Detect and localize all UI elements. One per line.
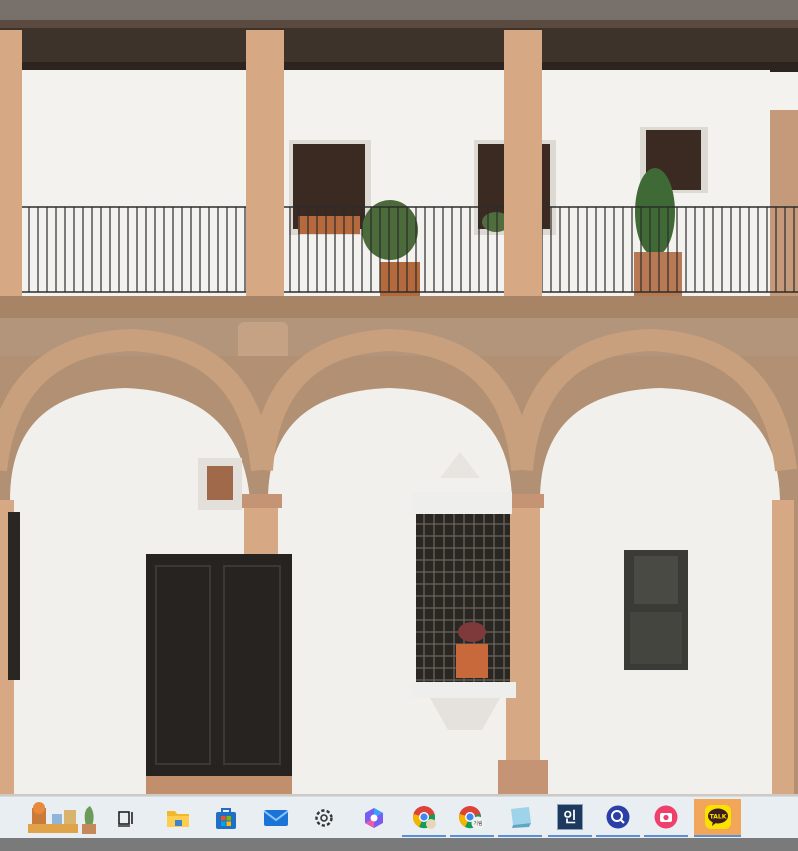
kakaotalk-label: TALK <box>709 814 726 821</box>
folder-icon <box>166 808 190 828</box>
taskbar: 기림 인 TALK <box>0 796 798 839</box>
gear-icon <box>313 807 335 829</box>
hangul-app-icon: 인 <box>557 804 583 830</box>
store-bag-icon <box>214 806 238 830</box>
chrome-profile-1-button[interactable] <box>402 799 446 837</box>
task-view-button[interactable] <box>104 799 148 837</box>
copilot-button[interactable] <box>352 799 396 837</box>
search-app-button[interactable] <box>596 799 640 837</box>
blue-search-icon <box>605 804 631 830</box>
wallpaper-bottom-strip <box>0 838 798 851</box>
chrome-icon: 기림 <box>457 804 487 830</box>
profile-badge: 기림 <box>473 820 482 827</box>
task-view-icon <box>116 808 136 828</box>
chrome-icon <box>411 804 437 830</box>
hangul-app-label: 인 <box>563 810 577 826</box>
widgets-plant-icon <box>24 800 100 836</box>
hangul-app-button[interactable]: 인 <box>548 799 592 837</box>
file-explorer-button[interactable] <box>156 799 200 837</box>
camera-icon <box>653 804 679 830</box>
notes-button[interactable] <box>498 799 542 837</box>
camera-app-button[interactable] <box>644 799 688 837</box>
notepad-icon <box>507 805 533 829</box>
widgets-button[interactable] <box>22 799 102 837</box>
settings-button[interactable] <box>302 799 346 837</box>
mail-icon <box>263 808 289 828</box>
desktop-wallpaper <box>0 0 798 798</box>
kakaotalk-button[interactable]: TALK <box>694 799 741 837</box>
kakaotalk-icon: TALK <box>704 804 732 830</box>
microsoft-store-button[interactable] <box>204 799 248 837</box>
mail-button[interactable] <box>254 799 298 837</box>
chrome-profile-2-button[interactable]: 기림 <box>450 799 494 837</box>
copilot-icon <box>363 807 385 829</box>
